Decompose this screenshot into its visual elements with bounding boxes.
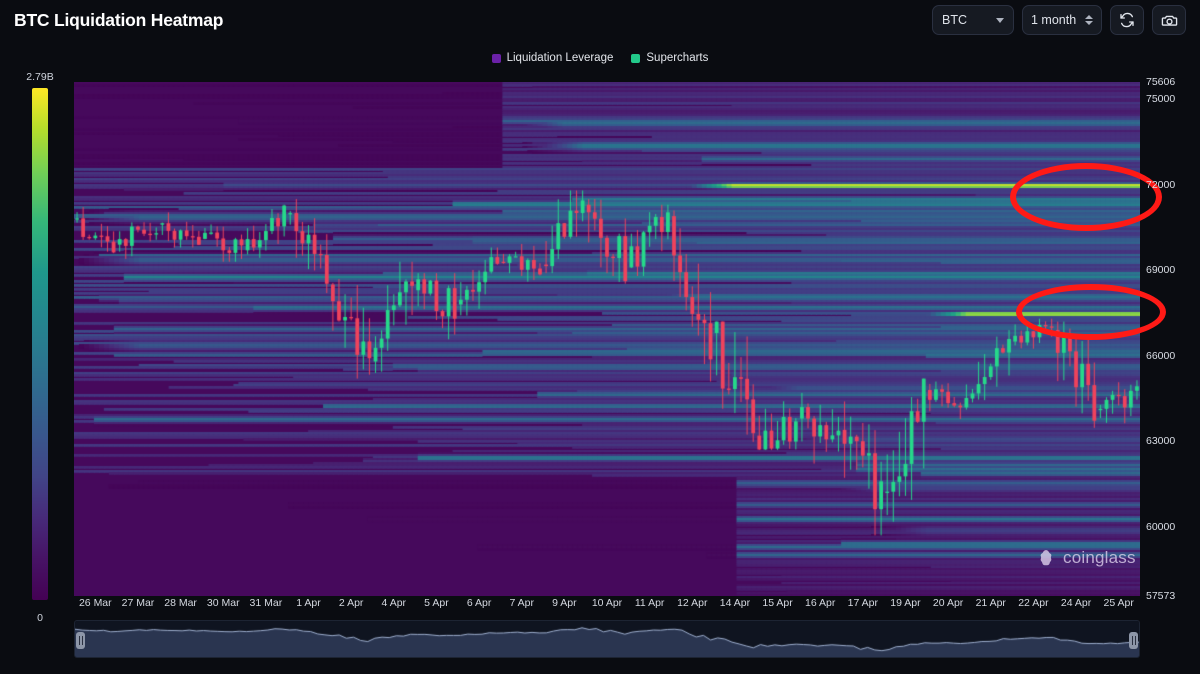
camera-icon [1161, 15, 1177, 26]
app-header: BTC Liquidation Heatmap BTC 1 month [0, 0, 1200, 40]
range-handle-left[interactable] [76, 632, 85, 649]
liquidation-heatmap-plot[interactable] [74, 82, 1140, 596]
date-tick: 22 Apr [1018, 597, 1049, 609]
screenshot-button[interactable] [1152, 5, 1186, 35]
legend-item-liquidation-leverage[interactable]: Liquidation Leverage [491, 52, 614, 64]
chevron-down-icon [996, 17, 1004, 23]
date-tick: 20 Apr [932, 597, 964, 609]
date-tick: 12 Apr [677, 597, 708, 609]
date-tick: 25 Apr [1103, 597, 1134, 609]
chart-legend: Liquidation Leverage Supercharts [0, 48, 1200, 68]
date-tick: 6 Apr [466, 597, 492, 609]
refresh-icon [1120, 12, 1134, 28]
price-tick: 72000 [1146, 178, 1176, 191]
colorbar: 2.79B 0 [18, 71, 62, 624]
date-tick: 31 Mar [249, 597, 283, 609]
header-controls: BTC 1 month [932, 5, 1186, 35]
legend-swatch-liquidation-leverage [491, 53, 501, 63]
price-tick: 69000 [1146, 264, 1176, 277]
date-tick: 5 Apr [424, 597, 449, 609]
date-tick: 7 Apr [509, 597, 534, 609]
stepper-arrows-icon[interactable] [1085, 15, 1093, 25]
legend-label-liquidation-leverage: Liquidation Leverage [506, 52, 614, 64]
legend-item-supercharts[interactable]: Supercharts [631, 52, 708, 64]
colorbar-min-label: 0 [37, 612, 43, 624]
date-tick: 26 Mar [78, 597, 112, 609]
date-tick: 16 Apr [805, 597, 836, 609]
date-tick: 2 Apr [338, 597, 364, 609]
date-tick: 21 Apr [975, 597, 1006, 609]
date-tick: 28 Mar [164, 597, 197, 609]
price-tick: 63000 [1146, 435, 1176, 448]
range-slider[interactable] [74, 620, 1140, 658]
date-tick: 1 Apr [296, 597, 321, 609]
range-handle-right[interactable] [1129, 632, 1138, 649]
colorbar-gradient [32, 88, 48, 600]
symbol-select[interactable]: BTC [932, 5, 1014, 35]
period-stepper-value: 1 month [1031, 13, 1077, 27]
date-tick: 11 Apr [634, 597, 665, 609]
price-tick: 75000 [1146, 93, 1176, 106]
date-tick: 4 Apr [381, 597, 407, 609]
price-tick: 60000 [1146, 520, 1176, 533]
legend-swatch-supercharts [631, 53, 641, 63]
date-tick: 14 Apr [719, 597, 751, 609]
date-tick: 10 Apr [591, 597, 623, 609]
page-title: BTC Liquidation Heatmap [14, 9, 224, 30]
date-tick: 17 Apr [847, 597, 879, 609]
heatmap-canvas[interactable] [74, 82, 1140, 596]
period-stepper[interactable]: 1 month [1022, 5, 1102, 35]
colorbar-max-label: 2.79B [26, 71, 54, 83]
date-tick: 27 Mar [121, 597, 155, 609]
legend-label-supercharts: Supercharts [646, 52, 709, 64]
date-tick: 30 Mar [206, 597, 240, 609]
refresh-button[interactable] [1110, 5, 1144, 35]
price-axis: 75606 75000 72000 69000 66000 63000 60000 57573 [1146, 76, 1200, 604]
date-tick: 15 Apr [762, 597, 793, 609]
price-tick: 66000 [1146, 349, 1176, 362]
symbol-select-value: BTC [942, 13, 967, 27]
price-tick: 75606 [1146, 76, 1176, 88]
date-axis: 26 Mar 27 Mar 28 Mar 30 Mar 31 Mar 1 Apr 2 Apr… [74, 597, 1140, 613]
date-tick: 9 Apr [552, 597, 577, 609]
date-tick: 19 Apr [890, 597, 921, 609]
price-tick: 57573 [1146, 590, 1176, 602]
date-tick: 24 Apr [1060, 597, 1092, 609]
range-slider-chart [75, 621, 1139, 657]
